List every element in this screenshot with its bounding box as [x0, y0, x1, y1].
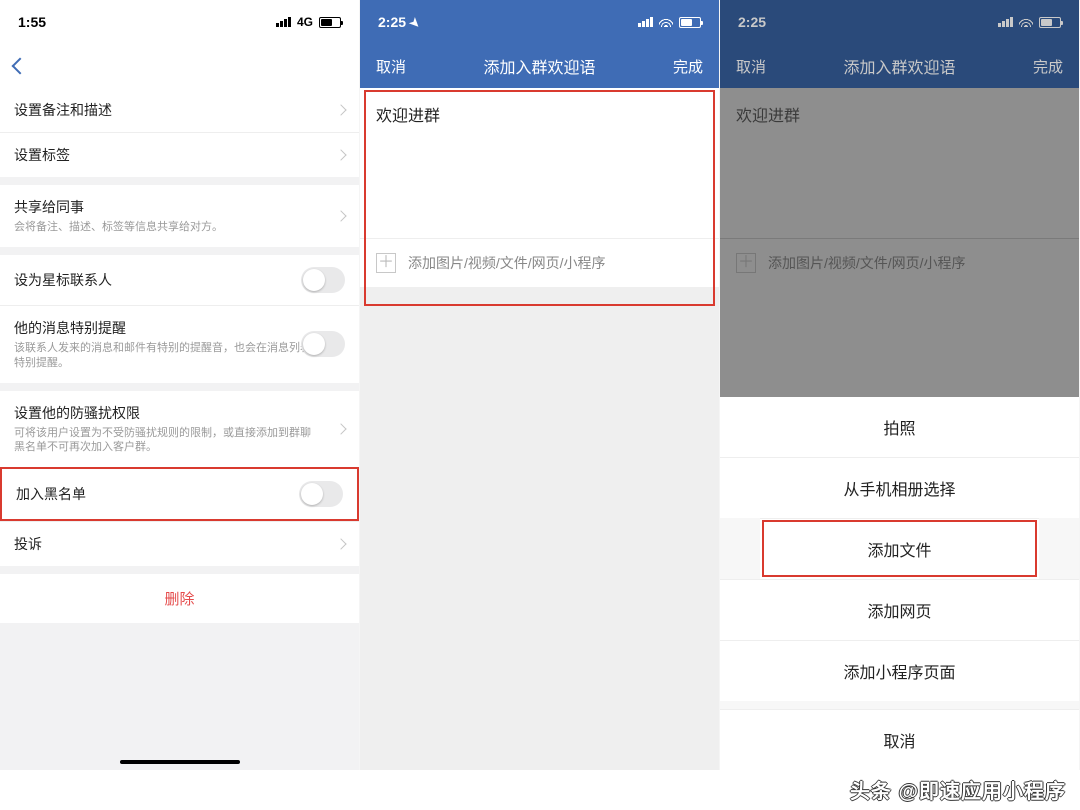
- status-right: [638, 17, 701, 28]
- action-sheet: 拍照 从手机相册选择 添加文件 添加网页 添加小程序页面 取消: [720, 397, 1079, 770]
- delete-label: 删除: [164, 591, 194, 608]
- chevron-right-icon: [335, 423, 346, 434]
- settings-body: 设置备注和描述 设置标签 共享给同事 会将备注、描述、标签等信息共享给对方。: [0, 88, 359, 770]
- row-antiharass[interactable]: 设置他的防骚扰权限 可将该用户设置为不受防骚扰规则的限制，或直接添加到群聊黑名单…: [0, 391, 359, 468]
- signal-icon: [638, 17, 653, 27]
- row-label: 共享给同事: [14, 197, 84, 217]
- status-bar: 2:25: [720, 0, 1079, 44]
- row-tags[interactable]: 设置标签: [0, 132, 359, 177]
- chevron-right-icon: [335, 104, 346, 115]
- nav-done[interactable]: 完成: [673, 56, 703, 77]
- status-time: 2:25: [738, 14, 766, 30]
- signal-icon: [276, 17, 291, 27]
- home-indicator: [120, 760, 240, 764]
- nav-bar: 取消 添加入群欢迎语 完成: [720, 44, 1079, 88]
- toggle-star[interactable]: [301, 267, 345, 293]
- sheet-album[interactable]: 从手机相册选择: [720, 457, 1079, 518]
- plus-icon: ＋: [736, 253, 756, 273]
- toggle-blacklist[interactable]: [299, 481, 343, 507]
- sheet-cancel[interactable]: 取消: [720, 709, 1079, 770]
- attach-row: ＋ 添加图片/视频/文件/网页/小程序: [720, 238, 1079, 287]
- network-label: 4G: [297, 15, 313, 29]
- row-delete[interactable]: 删除: [0, 574, 359, 623]
- chevron-right-icon: [335, 539, 346, 550]
- row-sub: 该联系人发来的消息和邮件有特别的提醒音，也会在消息列表特别提醒。: [14, 341, 319, 371]
- phone-actionsheet: 2:25 取消 添加入群欢迎语 完成 欢迎进群 ＋ 添加图片/视频/文件/网页/…: [720, 0, 1080, 770]
- nav-done[interactable]: 完成: [1033, 56, 1063, 77]
- battery-icon: [319, 17, 341, 28]
- status-time: 2:25➤: [378, 14, 420, 30]
- nav-title: 添加入群欢迎语: [766, 54, 1033, 78]
- status-time: 1:55: [18, 14, 46, 30]
- location-icon: ➤: [407, 14, 424, 31]
- row-sub: 会将备注、描述、标签等信息共享给对方。: [14, 220, 223, 235]
- attach-row[interactable]: ＋ 添加图片/视频/文件/网页/小程序: [360, 238, 719, 287]
- nav-bar: [0, 44, 359, 88]
- welcome-text-input: 欢迎进群: [720, 88, 1079, 238]
- row-alert[interactable]: 他的消息特别提醒 该联系人发来的消息和邮件有特别的提醒音，也会在消息列表特别提醒…: [0, 305, 359, 383]
- status-right: 4G: [276, 15, 341, 29]
- sheet-photo[interactable]: 拍照: [720, 397, 1079, 457]
- back-icon[interactable]: [12, 58, 29, 75]
- row-share[interactable]: 共享给同事 会将备注、描述、标签等信息共享给对方。: [0, 185, 359, 247]
- status-right: [998, 17, 1061, 28]
- sheet-file[interactable]: 添加文件: [760, 518, 1039, 579]
- toggle-alert[interactable]: [301, 331, 345, 357]
- row-label: 设置备注和描述: [14, 100, 331, 120]
- nav-cancel[interactable]: 取消: [736, 56, 766, 77]
- row-label: 他的消息特别提醒: [14, 318, 126, 338]
- chevron-right-icon: [335, 149, 346, 160]
- nav-bar: 取消 添加入群欢迎语 完成: [360, 44, 719, 88]
- welcome-text-input[interactable]: 欢迎进群: [360, 88, 719, 238]
- row-complain[interactable]: 投诉: [0, 521, 359, 566]
- row-star[interactable]: 设为星标联系人: [0, 255, 359, 305]
- row-label: 投诉: [14, 534, 331, 554]
- battery-icon: [1039, 17, 1061, 28]
- attach-label: 添加图片/视频/文件/网页/小程序: [408, 253, 606, 273]
- compose-body: 欢迎进群 ＋ 添加图片/视频/文件/网页/小程序: [360, 88, 719, 770]
- row-sub: 可将该用户设置为不受防骚扰规则的限制，或直接添加到群聊黑名单不可再次加入客户群。: [14, 426, 319, 456]
- nav-cancel[interactable]: 取消: [376, 56, 406, 77]
- sheet-web[interactable]: 添加网页: [720, 579, 1079, 640]
- attach-label: 添加图片/视频/文件/网页/小程序: [768, 253, 966, 273]
- row-label: 设置他的防骚扰权限: [14, 403, 140, 423]
- battery-icon: [679, 17, 701, 28]
- nav-title: 添加入群欢迎语: [406, 54, 673, 78]
- row-blacklist[interactable]: 加入黑名单: [0, 467, 359, 521]
- phone-settings: 1:55 4G 设置备注和描述 设置标签: [0, 0, 360, 770]
- phone-compose: 2:25➤ 取消 添加入群欢迎语 完成 欢迎进群 ＋ 添加图片/视频/文件/网页…: [360, 0, 720, 770]
- row-remark[interactable]: 设置备注和描述: [0, 88, 359, 132]
- sheet-mini[interactable]: 添加小程序页面: [720, 640, 1079, 701]
- watermark: 头条 @即速应用小程序: [850, 775, 1066, 804]
- plus-icon: ＋: [376, 253, 396, 273]
- status-bar: 1:55 4G: [0, 0, 359, 44]
- row-label: 加入黑名单: [16, 484, 299, 504]
- signal-icon: [998, 17, 1013, 27]
- row-label: 设置标签: [14, 145, 331, 165]
- status-bar: 2:25➤: [360, 0, 719, 44]
- chevron-right-icon: [335, 210, 346, 221]
- wifi-icon: [659, 17, 673, 27]
- wifi-icon: [1019, 17, 1033, 27]
- row-label: 设为星标联系人: [14, 270, 301, 290]
